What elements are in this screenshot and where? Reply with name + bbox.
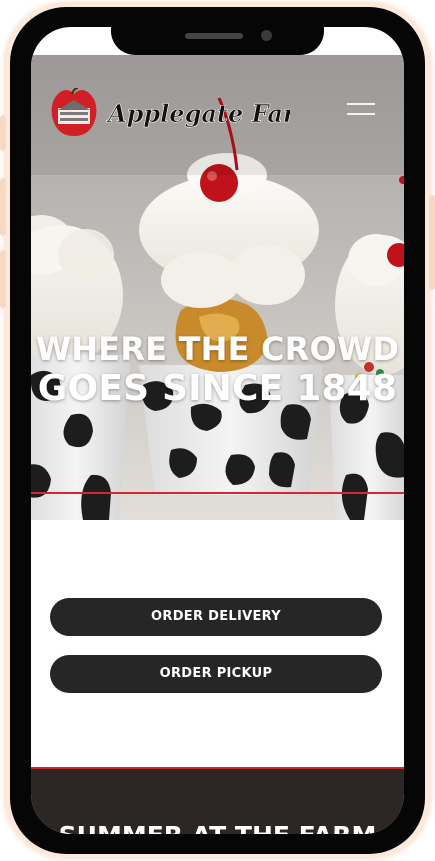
front-camera (261, 30, 272, 41)
order-pickup-button[interactable]: ORDER PICKUP (50, 655, 382, 693)
hero-headline: WHERE THE CROWD GOES SINCE 1848 (31, 329, 404, 409)
mute-switch (0, 115, 6, 151)
volume-down-button (0, 250, 6, 308)
phone-notch (111, 19, 324, 55)
phone-screen: Applegate Farm. WHERE THE CROWD GOES SIN… (31, 27, 404, 834)
hero-bottom-border (31, 492, 404, 494)
hero-headline-line1: WHERE THE CROWD (35, 330, 400, 368)
speaker-grille (185, 33, 243, 39)
power-button (429, 195, 435, 290)
order-delivery-button[interactable]: ORDER DELIVERY (50, 598, 382, 636)
hero-headline-line2: GOES SINCE 1848 (37, 368, 398, 409)
summer-section: SUMMER AT THE FARM (31, 769, 404, 834)
applegate-farm-logo[interactable]: Applegate Farm. (50, 88, 290, 138)
hamburger-menu-icon[interactable] (345, 99, 377, 119)
volume-up-button (0, 178, 6, 236)
summer-section-title: SUMMER AT THE FARM (31, 821, 404, 834)
logo-wordmark: Applegate Farm. (106, 99, 290, 128)
hero-banner: Applegate Farm. WHERE THE CROWD GOES SIN… (31, 55, 404, 520)
